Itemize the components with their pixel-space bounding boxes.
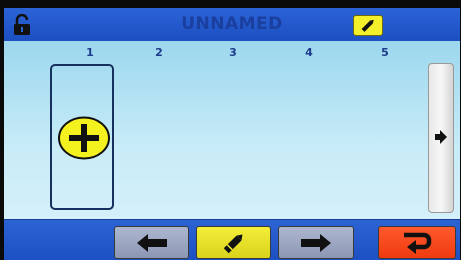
screen: UNNAMED 1 2 3 4 5 bbox=[0, 0, 461, 260]
return-arrow-icon bbox=[404, 232, 432, 254]
arrow-left-icon bbox=[136, 233, 167, 252]
header-bar: UNNAMED bbox=[4, 8, 460, 42]
next-button[interactable] bbox=[278, 226, 354, 259]
column-number-3: 3 bbox=[229, 46, 237, 59]
pencil-icon bbox=[223, 234, 242, 253]
pencil-icon bbox=[361, 19, 374, 32]
add-step-button[interactable] bbox=[57, 116, 111, 160]
scroll-right-button[interactable] bbox=[428, 63, 454, 213]
program-area: 1 2 3 4 5 bbox=[4, 41, 460, 219]
plus-circle-icon bbox=[58, 116, 110, 160]
column-number-4: 4 bbox=[305, 46, 313, 59]
column-number-5: 5 bbox=[381, 46, 389, 59]
edit-name-button[interactable] bbox=[353, 15, 383, 36]
arrow-right-icon bbox=[301, 233, 331, 252]
previous-button[interactable] bbox=[114, 226, 189, 259]
return-button[interactable] bbox=[378, 226, 456, 259]
arrow-right-icon bbox=[435, 130, 447, 144]
column-number-2: 2 bbox=[155, 46, 163, 59]
step-slot-1[interactable] bbox=[50, 64, 114, 210]
bottom-toolbar bbox=[4, 219, 460, 260]
column-number-1: 1 bbox=[86, 46, 94, 59]
edit-button[interactable] bbox=[196, 226, 271, 259]
page-title: UNNAMED bbox=[181, 14, 283, 34]
